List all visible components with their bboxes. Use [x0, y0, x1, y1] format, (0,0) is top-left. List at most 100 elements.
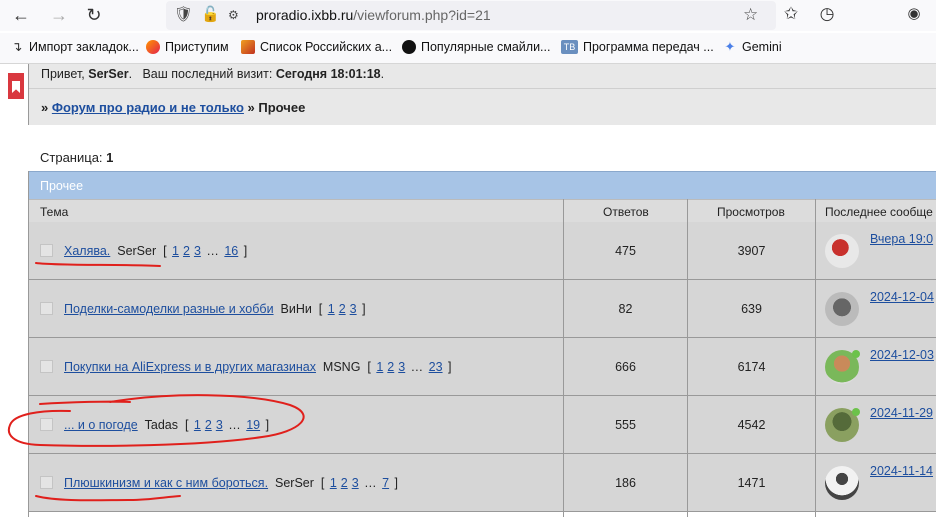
topic-author: SerSer [268, 476, 321, 490]
last-post-link[interactable]: 2024-11-29 [870, 406, 933, 420]
bookmark-smileys[interactable]: Популярные смайли... [402, 40, 550, 54]
topic-pages: [ 123 ] [318, 302, 366, 316]
bookmark-import[interactable]: ↴ Импорт закладок... [10, 39, 139, 55]
welcome-line: Привет, SerSer. Ваш последний визит: Сег… [41, 67, 385, 81]
col-views: Просмотров [717, 205, 785, 219]
table-header: Тема Ответов Просмотров Последнее сообще [29, 199, 936, 223]
tv-icon: ТВ [561, 40, 578, 54]
shield-icon[interactable]: 🛡 [174, 5, 193, 25]
topic-status-icon [40, 476, 53, 489]
page-ellipsis: … [224, 418, 245, 432]
replies-count: 186 [615, 476, 636, 490]
topic-page-link[interactable]: 1 [172, 244, 179, 258]
bookmark-ribbon-icon[interactable] [8, 73, 24, 99]
url-text[interactable]: proradio.ixbb.ru/viewforum.php?id=21 [256, 7, 491, 23]
views-count: 3907 [737, 244, 766, 258]
topic-page-link[interactable]: 16 [224, 244, 238, 258]
topic-page-link[interactable]: 3 [216, 418, 223, 432]
pocket-icon[interactable]: ◉ [903, 4, 925, 24]
firefox-icon [146, 40, 160, 54]
last-post-link[interactable]: 2024-12-03 [870, 348, 934, 362]
topic-page-link[interactable]: 3 [398, 360, 405, 374]
topic-status-icon [40, 360, 53, 373]
topic-link[interactable]: Покупки на AliExpress и в других магазин… [64, 360, 316, 374]
topic-page-link[interactable]: 2 [183, 244, 190, 258]
pocket-star-icon[interactable]: ✩ [780, 4, 802, 24]
col-topic: Тема [40, 205, 69, 219]
bookmark-tv-program[interactable]: ТВ Программа передач ... [561, 40, 714, 54]
topic-page-link[interactable]: 2 [205, 418, 212, 432]
table-row: Халява. SerSer [ 123 … 16 ] 475 3907 Вчера … [29, 222, 936, 280]
page-ellipsis: … [202, 244, 223, 258]
topic-link[interactable]: Плюшкинизм и как с ним бороться. [64, 476, 268, 490]
topic-page-link[interactable]: 3 [350, 302, 357, 316]
topic-pages: [ 123 … 19 ] [184, 418, 270, 432]
forward-arrow-icon[interactable]: → [48, 5, 70, 25]
topic-author: SerSer [110, 244, 164, 258]
browser-toolbar: ← → ↻ 🛡 🔓 ⚙ proradio.ixbb.ru/viewforum.p… [0, 0, 936, 31]
column-divider [815, 199, 816, 517]
import-icon: ↴ [11, 39, 23, 54]
sidebar-strip [0, 64, 30, 517]
site-favicon [402, 40, 416, 54]
topic-author: ВиНи [273, 302, 319, 316]
topic-cell: Покупки на AliExpress и в других магазин… [64, 360, 452, 374]
topic-page-link[interactable]: 2 [339, 302, 346, 316]
bookmark-list[interactable]: Список Российских а... [241, 40, 392, 54]
bookmarks-bar: ↴ Импорт закладок... Приступим Список Ро… [0, 33, 936, 64]
last-visit: Сегодня 18:01:18 [275, 67, 381, 81]
topic-link[interactable]: Халява. [64, 244, 110, 258]
views-count: 639 [741, 302, 762, 316]
views-count: 4542 [737, 418, 766, 432]
topic-page-link[interactable]: 2 [341, 476, 348, 490]
topic-author: Tadas [137, 418, 185, 432]
breadcrumb-forum-link[interactable]: Форум про радио и не только [52, 100, 244, 115]
last-post-link[interactable]: 2024-12-04 [870, 290, 934, 304]
page-settings-icon[interactable]: ⚙ [228, 5, 239, 25]
topic-author: MSNG [315, 360, 368, 374]
views-count: 6174 [737, 360, 766, 374]
topic-page-link[interactable]: 19 [246, 418, 260, 432]
topic-link[interactable]: ... и о погоде [64, 418, 138, 432]
star-icon[interactable]: ☆ [743, 5, 758, 25]
current-page: 1 [106, 150, 114, 165]
page-ellipsis: … [407, 360, 427, 374]
views-count: 1471 [737, 476, 766, 490]
topic-page-link[interactable]: 1 [328, 302, 335, 316]
topic-page-link[interactable]: 23 [429, 360, 443, 374]
topic-status-icon [40, 418, 53, 431]
forum-page: Привет, SerSer. Ваш последний визит: Сег… [0, 64, 936, 517]
topic-page-link[interactable]: 3 [194, 244, 201, 258]
avatar[interactable] [825, 234, 859, 268]
bookmark-gemini[interactable]: ✦ Gemini [723, 40, 782, 55]
breadcrumb-area: » Форум про радио и не только » Прочее [29, 88, 936, 125]
avatar[interactable] [825, 292, 859, 326]
topic-cell: Поделки-самоделки разные и хобби ВиНи [ … [64, 302, 366, 316]
insecure-lock-icon[interactable]: 🔓 [201, 5, 220, 25]
category-bar: Прочее [29, 171, 936, 199]
history-clock-icon[interactable]: ◷ [816, 4, 838, 24]
topic-page-link[interactable]: 1 [330, 476, 337, 490]
last-post-link[interactable]: Вчера 19:0 [870, 232, 933, 246]
address-bar[interactable]: 🛡 🔓 ⚙ proradio.ixbb.ru/viewforum.php?id=… [166, 1, 776, 30]
topic-page-link[interactable]: 1 [376, 360, 383, 374]
topic-status-icon [40, 302, 53, 315]
back-arrow-icon[interactable]: ← [10, 5, 32, 25]
column-divider [687, 199, 688, 517]
topic-page-link[interactable]: 1 [194, 418, 201, 432]
bookmark-get-started[interactable]: Приступим [146, 40, 229, 54]
topic-status-icon [40, 244, 53, 257]
replies-count: 475 [615, 244, 636, 258]
reload-icon[interactable]: ↻ [83, 5, 105, 25]
topic-page-link[interactable]: 7 [382, 476, 389, 490]
topic-pages: [ 123 … 7 ] [320, 476, 399, 490]
site-favicon [241, 40, 255, 54]
topic-link[interactable]: Поделки-самоделки разные и хобби [64, 302, 274, 316]
avatar[interactable] [825, 466, 859, 500]
topic-pages: [ 123 … 23 ] [367, 360, 452, 374]
table-row: Поделки-самоделки разные и хобби ВиНи [ … [29, 280, 936, 338]
topic-page-link[interactable]: 3 [352, 476, 359, 490]
topic-pages: [ 123 … 16 ] [163, 244, 248, 258]
last-post-link[interactable]: 2024-11-14 [870, 464, 933, 478]
topic-page-link[interactable]: 2 [387, 360, 394, 374]
